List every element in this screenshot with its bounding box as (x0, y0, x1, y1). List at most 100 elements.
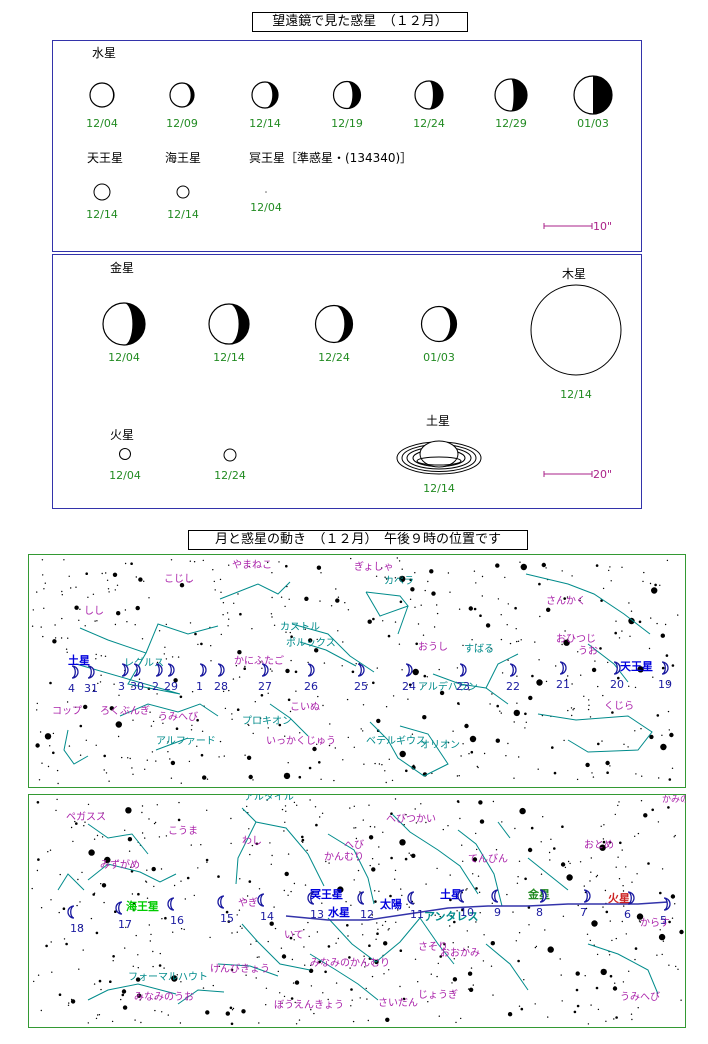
mars-date-1: 12/04 (109, 469, 141, 482)
mercury-date-5: 12/24 (413, 117, 445, 130)
map2-label-22: じょうぎ (418, 988, 458, 1001)
map1-moon-day-14: 22 (506, 680, 520, 693)
map1-label-5: さんかく (546, 595, 586, 607)
map1-label-23: ベテルギウス (366, 735, 426, 747)
jupiter-label: 木星 (562, 267, 586, 281)
map1-label-25: アルファード (156, 736, 216, 747)
map2-planet-2: 冥王星 (310, 888, 343, 901)
map2-moon-day-13: 6 (624, 908, 631, 921)
map2-label-2: こうま (168, 825, 198, 837)
map1-moon-day-3: 3 (118, 680, 125, 693)
map2-label-7: かんむり (324, 851, 364, 863)
mercury-date-2: 12/09 (166, 117, 198, 130)
map1-label-18: ろくぶんぎ (100, 704, 150, 717)
map1-moon-day-12: 24 (402, 680, 416, 693)
uranus-disk (93, 183, 111, 201)
uranus-date: 12/14 (86, 208, 118, 221)
neptune-label: 海王星 (165, 150, 201, 165)
mercury-date-7: 01/03 (577, 117, 609, 130)
map2-label-21: さいだん (378, 997, 418, 1009)
map2-moon-day-10: 9 (494, 906, 501, 919)
map2-label-4: アルタイル (244, 794, 294, 803)
telescope-title-text: 望遠鏡で見た惑星 （１２月） (272, 14, 448, 29)
map2-planet-4: 太陽 (379, 897, 402, 911)
map2-label-6: へびつかい (386, 813, 436, 825)
scale-label-10: 10" (593, 220, 612, 233)
map2-moon-day-2: 17 (118, 918, 132, 931)
map1-label-15: ふたご (254, 654, 284, 667)
map2-label-10: おとめ (584, 839, 614, 851)
mercury-label: 水星 (92, 46, 116, 60)
map1-label-22: オリオン (420, 739, 460, 751)
map1-label-24: いっかくじゅう (266, 735, 336, 747)
map2-label-19: みなみのかんむり (310, 957, 390, 969)
mercury-phase-3 (251, 81, 279, 109)
mars-disk-1 (119, 448, 131, 460)
map2-label-23: うみへび (620, 991, 660, 1003)
map2-moon-day-9: 10 (460, 906, 474, 919)
venus-phase-3 (314, 304, 354, 344)
map1-moon-day-17: 19 (658, 678, 672, 691)
neptune-disk (176, 185, 190, 199)
mercury-phase-7 (573, 75, 613, 115)
saturn-label: 土星 (426, 414, 450, 428)
movement-title: 月と惑星の動き （１２月） 午後９時の位置です (188, 530, 528, 550)
map2-label-18: けんびきょう (210, 963, 270, 975)
mercury-phase-6 (494, 78, 528, 112)
map1-uranus-label: 天王星 (620, 660, 653, 673)
map1-moon-day-13: 23 (456, 680, 470, 693)
jupiter-date: 12/14 (560, 388, 592, 401)
map1-label-1: こじし (164, 573, 194, 585)
map1-label-8: ポルックス (286, 637, 336, 649)
telescope-panel-large: 金星 12/04 12/14 12/24 01/03 木星 12/14 火星 12/0… (52, 254, 642, 509)
map2-label-kaminoke: かみのけ (662, 794, 686, 805)
map2-planet-6: 火星 (608, 892, 630, 905)
venus-phase-2 (208, 303, 250, 345)
venus-phase-4 (420, 305, 458, 343)
map2-moon-day-12: 7 (580, 906, 587, 919)
map1-moon-day-4: 30 (130, 680, 144, 693)
map1-moon-day-2: 31 (84, 682, 98, 695)
pluto-label: 冥王星［準惑星・(134340)］ (249, 150, 412, 165)
map2-moon-day-7: 12 (360, 908, 374, 921)
map1-label-20: プロキオン (242, 715, 292, 727)
venus-date-3: 12/24 (318, 351, 350, 364)
scale-label-20: 20" (593, 468, 612, 481)
mercury-date-3: 12/14 (249, 117, 281, 130)
map2-planet-3: 水星 (328, 905, 350, 919)
map1-label-7: カストル (280, 621, 320, 633)
saturn-date: 12/14 (423, 482, 455, 495)
venus-date-2: 12/14 (213, 351, 245, 364)
map1-label-10: すばる (464, 643, 494, 655)
mars-disk-2 (223, 448, 237, 462)
neptune-date: 12/14 (167, 208, 199, 221)
map2-moon-day-3: 16 (170, 914, 184, 927)
map1-moon-day-6: 29 (164, 680, 178, 693)
map1-moon-day-10: 26 (304, 680, 318, 693)
mercury-date-1: 12/04 (86, 117, 118, 130)
map2-label-1: ペガスス (66, 811, 106, 823)
map1-label-14: かに (234, 655, 254, 667)
venus-date-1: 12/04 (108, 351, 140, 364)
mars-date-2: 12/24 (214, 469, 246, 482)
map2-moon-day-4: 15 (220, 912, 234, 925)
map2-moon-day-8: 11 (410, 908, 424, 921)
map2-moon-day-11: 8 (536, 906, 543, 919)
map1-moon-day-11: 25 (354, 680, 368, 693)
map2-label-17: みなみのうお (134, 991, 194, 1003)
map2-planet-5: 金星 (527, 887, 550, 901)
pluto-dot (265, 191, 267, 193)
telescope-panel-small: 水星 12/04 12/09 12/14 12/19 12/24 12/29 01/03 天… (52, 40, 642, 252)
mercury-phase-5 (414, 80, 444, 110)
map1-label-6: しし (84, 605, 104, 617)
map1-label-4: カペラ (384, 575, 414, 587)
map1-moon-day-9: 27 (258, 680, 272, 693)
map2-label-13: いて (284, 930, 304, 941)
star-map-winter: こじし やまねこ ぎょしゃカペラさんかくししカストルポルックス おうし すばる おひつじう… (28, 554, 686, 788)
map1-moon-day-16: 20 (610, 678, 624, 691)
map1-label-11: おひつじ (556, 633, 596, 645)
map1-label-21: こいぬ (290, 701, 320, 713)
pluto-date: 12/04 (250, 201, 282, 214)
map2-moon-day-14: 5 (660, 914, 667, 927)
map2-label-5: へび (344, 839, 364, 851)
